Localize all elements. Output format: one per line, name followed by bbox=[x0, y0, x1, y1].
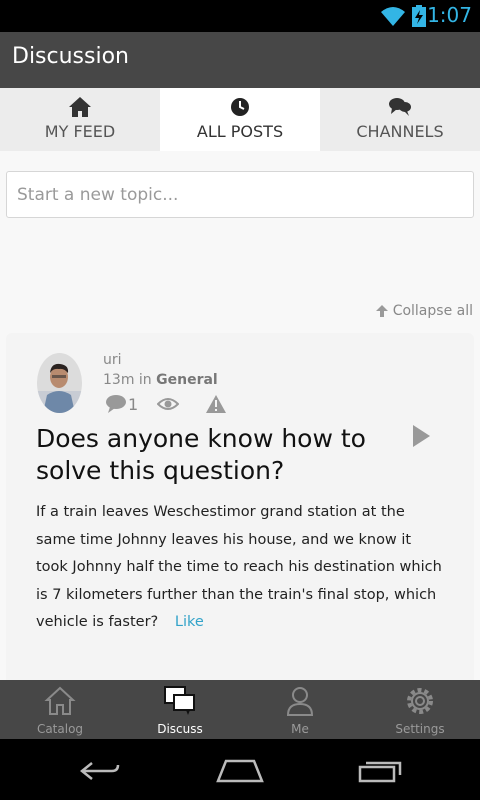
nav-label: Settings bbox=[395, 722, 445, 736]
tab-all-posts[interactable]: ALL POSTS bbox=[160, 88, 320, 151]
gear-icon bbox=[407, 688, 433, 714]
post-card[interactable]: uri 13m in General 1 Does anyone know ho… bbox=[6, 333, 474, 680]
post-body-text: If a train leaves Weschestimor grand sta… bbox=[36, 504, 442, 630]
nav-catalog[interactable]: Catalog bbox=[0, 680, 120, 739]
comment-count: 1 bbox=[128, 395, 139, 414]
tab-channels[interactable]: CHANNELS bbox=[320, 88, 480, 151]
discuss-bubbles-icon bbox=[164, 686, 195, 715]
chat-bubbles-icon bbox=[389, 98, 411, 116]
tab-bar: MY FEED ALL POSTS CHANNELS bbox=[0, 88, 480, 151]
bottom-nav: Catalog Discuss Me Settings bbox=[0, 680, 480, 739]
nav-me[interactable]: Me bbox=[240, 680, 360, 739]
warning-icon[interactable] bbox=[206, 395, 226, 413]
nav-label: Catalog bbox=[36, 722, 84, 736]
action-bar: Discussion bbox=[0, 32, 480, 88]
comment-icon[interactable] bbox=[105, 395, 127, 413]
expand-arrow-icon[interactable] bbox=[413, 425, 430, 447]
clock-icon bbox=[231, 98, 249, 116]
nav-label: Discuss bbox=[157, 722, 203, 736]
collapse-all-label: Collapse all bbox=[392, 303, 473, 319]
back-icon[interactable] bbox=[78, 759, 122, 783]
tab-my-feed[interactable]: MY FEED bbox=[0, 88, 160, 151]
post-body: If a train leaves Weschestimor grand sta… bbox=[36, 499, 446, 637]
status-bar: 1:07 bbox=[0, 0, 480, 32]
house-outline-icon bbox=[44, 686, 76, 715]
page-title: Discussion bbox=[12, 44, 129, 69]
like-button[interactable]: Like bbox=[175, 614, 204, 630]
collapse-all-button[interactable]: Collapse all bbox=[375, 303, 473, 319]
post-title[interactable]: Does anyone know how to solve this quest… bbox=[36, 423, 396, 487]
eye-icon[interactable] bbox=[157, 397, 179, 411]
nav-label: Me bbox=[291, 722, 309, 736]
content-area: Collapse all uri 13m in General 1 bbox=[0, 151, 480, 680]
recent-apps-icon[interactable] bbox=[358, 759, 404, 783]
new-topic-input[interactable] bbox=[17, 181, 457, 209]
nav-discuss[interactable]: Discuss bbox=[120, 680, 240, 739]
post-meta: 13m in General bbox=[103, 372, 218, 388]
status-time: 1:07 bbox=[427, 3, 472, 27]
post-stats: 1 bbox=[105, 395, 245, 417]
post-time: 13m in bbox=[103, 372, 152, 388]
tab-label: MY FEED bbox=[44, 122, 116, 141]
wifi-icon bbox=[381, 7, 405, 26]
new-topic-field[interactable] bbox=[6, 171, 474, 218]
avatar[interactable] bbox=[37, 353, 82, 413]
post-author[interactable]: uri bbox=[103, 352, 122, 368]
nav-settings[interactable]: Settings bbox=[360, 680, 480, 739]
arrow-up-icon bbox=[375, 305, 388, 317]
home-icon bbox=[69, 97, 91, 117]
battery-charging-icon bbox=[412, 5, 426, 27]
person-icon bbox=[286, 687, 314, 716]
tab-label: ALL POSTS bbox=[196, 122, 284, 141]
tab-label: CHANNELS bbox=[356, 122, 444, 141]
system-nav-bar bbox=[0, 739, 480, 800]
home-icon[interactable] bbox=[216, 759, 264, 783]
post-channel[interactable]: General bbox=[156, 372, 218, 388]
